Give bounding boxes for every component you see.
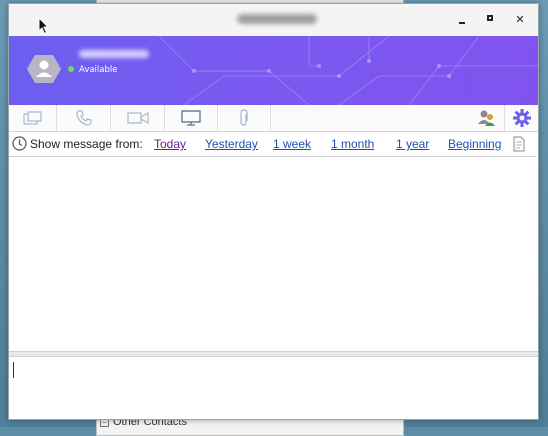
- window-title-redacted: [237, 14, 317, 24]
- history-link-today[interactable]: Today: [154, 137, 186, 151]
- maximize-button[interactable]: [482, 12, 498, 28]
- chat-icon: [22, 111, 42, 125]
- history-link-yesterday[interactable]: Yesterday: [205, 137, 258, 151]
- document-icon[interactable]: [512, 136, 526, 152]
- close-button[interactable]: ✕: [512, 12, 528, 28]
- chat-button[interactable]: [9, 105, 56, 131]
- settings-button[interactable]: [505, 105, 538, 131]
- history-label: Show message from:: [30, 137, 143, 151]
- contacts-icon: [478, 110, 495, 126]
- history-link-1-week[interactable]: 1 week: [273, 137, 311, 151]
- attach-icon: [240, 109, 248, 126]
- gear-icon: [512, 109, 531, 127]
- history-filter-bar: Show message from: Today Yesterday 1 wee…: [9, 132, 538, 156]
- mouse-cursor-icon: [38, 17, 50, 35]
- minimize-icon: [459, 22, 465, 24]
- presence-indicator: [68, 66, 74, 72]
- video-icon: [126, 111, 149, 125]
- clock-icon: [12, 136, 27, 151]
- message-input[interactable]: [9, 357, 536, 417]
- contacts-button[interactable]: [472, 105, 502, 131]
- avatar[interactable]: [27, 54, 61, 84]
- message-history-area[interactable]: [9, 156, 536, 352]
- minimize-button[interactable]: [454, 12, 470, 28]
- phone-icon: [75, 110, 92, 126]
- action-toolbar: [9, 105, 538, 132]
- text-caret: [13, 362, 14, 378]
- history-link-beginning[interactable]: Beginning: [448, 137, 501, 151]
- presence-status: Available: [79, 65, 118, 75]
- profile-banner: Available: [9, 36, 538, 105]
- video-call-button[interactable]: [111, 105, 164, 131]
- screen-share-button[interactable]: [165, 105, 217, 131]
- history-link-1-year[interactable]: 1 year: [396, 137, 429, 151]
- attach-button[interactable]: [218, 105, 270, 131]
- screen-share-icon: [181, 110, 201, 126]
- close-icon: ✕: [515, 13, 525, 26]
- history-link-1-month[interactable]: 1 month: [331, 137, 374, 151]
- title-bar[interactable]: ✕: [9, 4, 538, 36]
- chat-window: ✕ Available Show message from: Today Yes…: [8, 3, 539, 420]
- toolbar-separator: [270, 105, 271, 131]
- maximize-icon: [487, 15, 493, 21]
- contact-name-redacted: [79, 50, 149, 58]
- call-button[interactable]: [57, 105, 110, 131]
